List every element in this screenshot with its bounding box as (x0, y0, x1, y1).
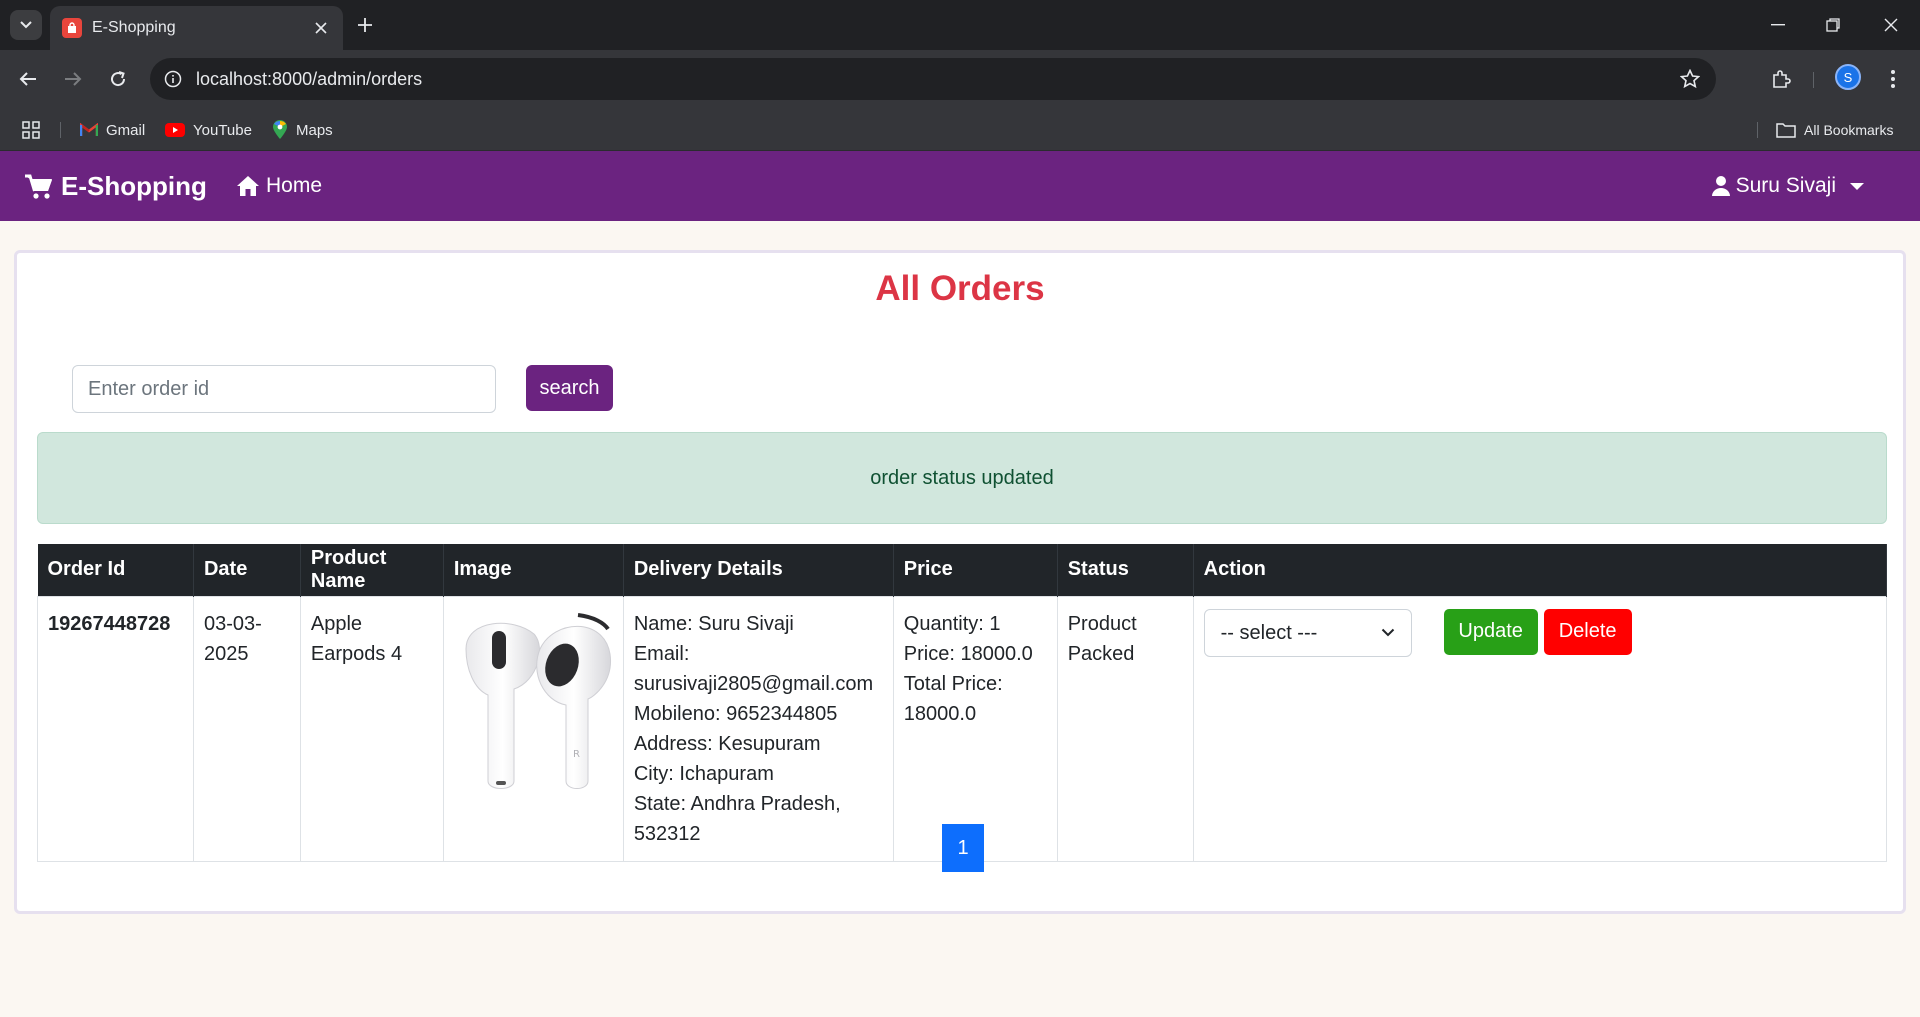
toolbar-divider (1813, 72, 1814, 88)
column-header: Price (893, 544, 1058, 596)
delivery-city: City: Ichapuram (633, 762, 774, 785)
all-bookmarks-label: All Bookmarks (1804, 122, 1894, 138)
bookmark-youtube[interactable]: YouTube (165, 118, 252, 142)
chevron-down-icon (1381, 628, 1394, 637)
search-button[interactable]: search (526, 365, 613, 411)
delivery-state: State: Andhra Pradesh, 532312 (633, 792, 841, 845)
brand-name: E-Shopping (61, 171, 207, 201)
column-header: Order Id (37, 544, 194, 596)
maps-icon (272, 120, 288, 140)
column-header: Action (1193, 544, 1888, 596)
bookmark-gmail[interactable]: Gmail (80, 118, 145, 142)
status-select-value: -- select --- (1220, 621, 1318, 644)
bookmark-label: Maps (296, 121, 333, 139)
column-header: Status (1057, 544, 1194, 596)
bookmark-label: Gmail (106, 121, 146, 139)
earpods-product-image: R (465, 612, 611, 789)
apps-grid-icon[interactable] (22, 118, 40, 142)
unit-price-text: Price: 18000.0 (903, 642, 1033, 665)
restore-icon[interactable] (1818, 10, 1848, 40)
action-cell: -- select --- Update Delete (1192, 595, 1888, 862)
total-price-text: Total Price: 18000.0 (903, 672, 1003, 725)
user-dropdown[interactable]: Suru Sivaji (1711, 174, 1864, 198)
bookmarks-divider (1757, 122, 1758, 138)
caret-down-icon (1850, 182, 1864, 190)
close-window-icon[interactable] (1876, 10, 1906, 40)
column-header: Date (193, 544, 301, 596)
column-header: Product Name (300, 544, 444, 596)
reload-icon[interactable] (103, 64, 133, 94)
brand-link[interactable]: E-Shopping (25, 171, 207, 202)
url-text: localhost:8000/admin/orders (196, 68, 423, 89)
delivery-details-cell: Name: Suru Sivaji Email: surusivaji2805@… (622, 595, 894, 862)
order-date-cell: 03-03-2025 (192, 595, 301, 862)
product-image-cell: R (442, 595, 624, 862)
delivery-mobile: Mobileno: 9652344805 (633, 702, 838, 725)
new-tab-icon[interactable] (352, 12, 378, 38)
tab-title: E-Shopping (92, 19, 176, 36)
order-id-cell: 19267448728 (37, 595, 194, 862)
browser-toolbar: localhost:8000/admin/orders S (0, 50, 1920, 108)
delete-button[interactable]: Delete (1543, 608, 1632, 655)
success-alert: order status updated (37, 432, 1887, 524)
bookmarks-divider (60, 122, 61, 138)
orders-table: Order Id Date Product Name Image Deliver… (37, 544, 1888, 862)
bookmark-label: YouTube (193, 121, 252, 139)
home-label: Home (266, 174, 323, 197)
shopping-favicon-icon (62, 18, 82, 38)
gmail-icon (80, 123, 98, 137)
minimize-icon[interactable] (1763, 10, 1793, 40)
all-bookmarks[interactable]: All Bookmarks (1776, 118, 1893, 142)
more-menu-icon[interactable] (1878, 64, 1908, 94)
table-row: 19267448728 03-03-2025 Apple Earpods 4 R… (37, 595, 1888, 862)
orders-card: All Orders search order status updated O… (14, 250, 1906, 914)
profile-avatar[interactable]: S (1835, 64, 1861, 90)
delivery-name: Name: Suru Sivaji (633, 612, 794, 635)
cart-icon (25, 174, 52, 199)
quantity-text: Quantity: 1 (903, 612, 1001, 635)
product-name-cell: Apple Earpods 4 (299, 595, 444, 862)
page-title: All Orders (875, 269, 1045, 308)
column-header: Image (443, 544, 624, 596)
bookmark-maps[interactable]: Maps (272, 118, 333, 142)
pagination-page-1[interactable]: 1 (942, 824, 984, 872)
status-select[interactable]: -- select --- (1203, 608, 1412, 657)
site-info-icon[interactable] (162, 68, 184, 90)
youtube-icon (165, 123, 185, 137)
address-bar[interactable]: localhost:8000/admin/orders (150, 58, 1716, 100)
browser-tab-bar: E-Shopping (0, 0, 1920, 50)
chevron-down-icon (20, 21, 32, 29)
user-icon (1711, 176, 1730, 196)
bookmarks-bar: Gmail YouTube Maps All Bookmarks (0, 108, 1920, 151)
site-navbar: E-Shopping Home Suru Sivaji (0, 151, 1920, 221)
column-header: Delivery Details (623, 544, 894, 596)
delivery-email: Email: surusivaji2805@gmail.com (633, 642, 874, 695)
browser-tab[interactable]: E-Shopping (50, 6, 343, 50)
status-cell: Product Packed (1056, 595, 1194, 862)
price-cell: Quantity: 1 Price: 18000.0 Total Price: … (892, 595, 1058, 862)
home-link[interactable]: Home (236, 174, 322, 198)
user-name: Suru Sivaji (1735, 174, 1836, 197)
close-tab-icon[interactable] (311, 18, 331, 38)
folder-icon (1776, 122, 1796, 138)
back-icon[interactable] (13, 64, 43, 94)
forward-icon[interactable] (58, 64, 88, 94)
home-icon (237, 176, 259, 196)
delivery-address: Address: Kesupuram (633, 732, 821, 755)
update-button[interactable]: Update (1443, 608, 1538, 655)
table-header-row: Order Id Date Product Name Image Deliver… (37, 544, 1888, 596)
order-id-search-input[interactable] (72, 365, 496, 413)
extensions-icon[interactable] (1766, 64, 1796, 94)
bookmark-star-icon[interactable] (1676, 65, 1704, 93)
svg-text:R: R (573, 749, 580, 760)
tab-search-button[interactable] (10, 10, 42, 40)
